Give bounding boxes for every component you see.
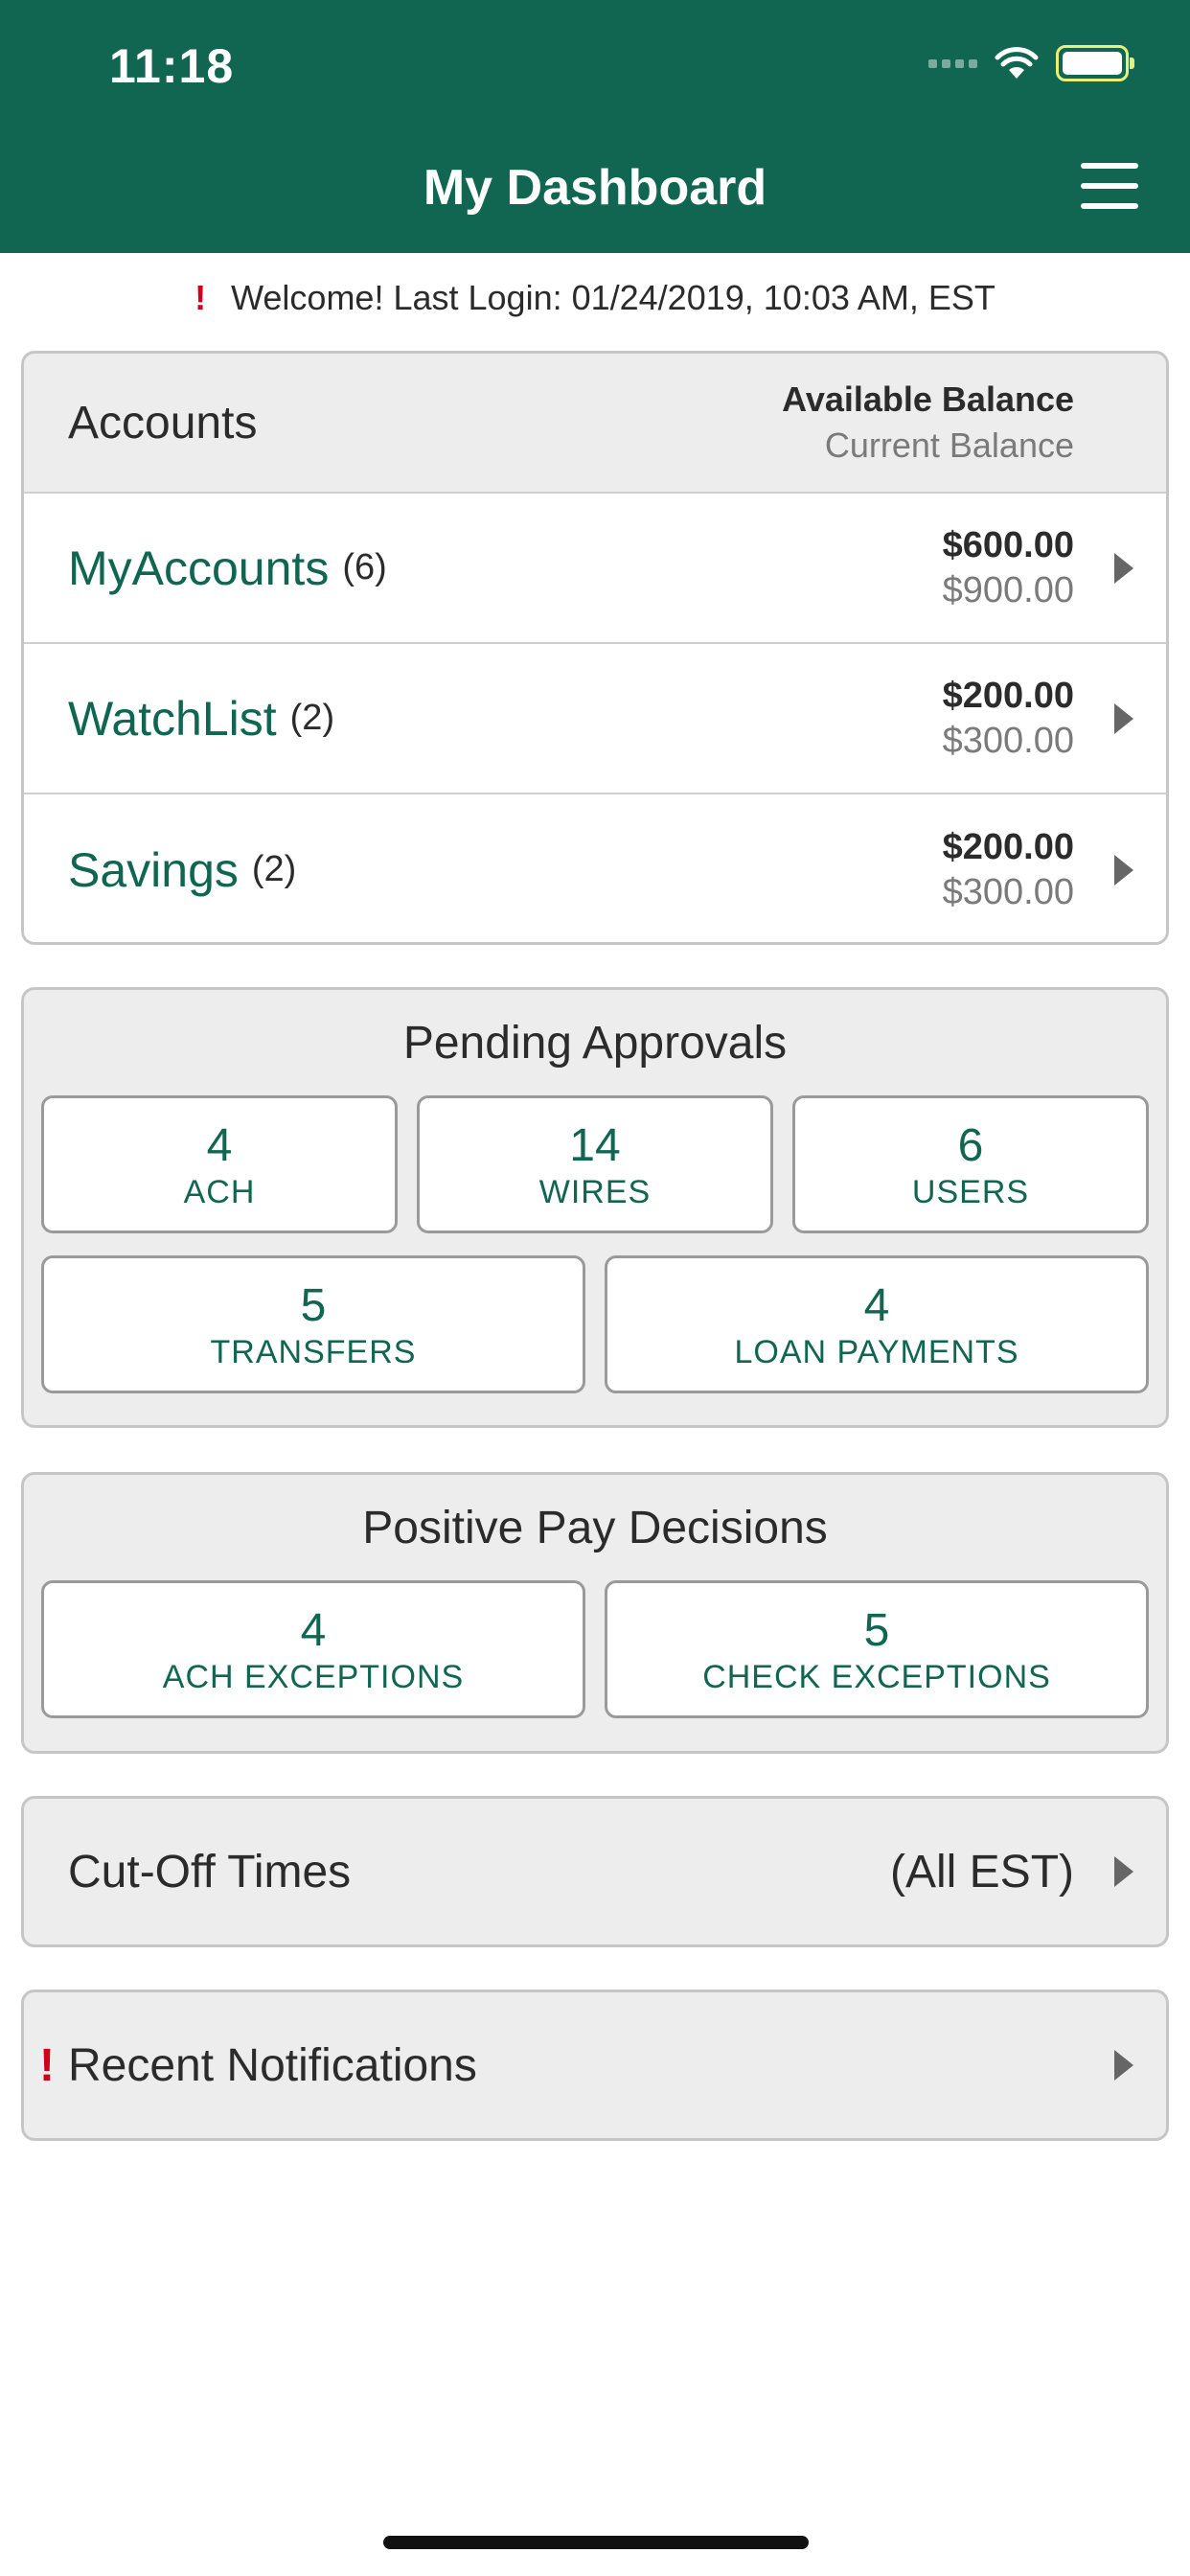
current-amount: $300.00 [942,720,1074,761]
home-indicator[interactable] [383,2536,809,2549]
tile-count: 4 [300,1605,327,1656]
tile-count: 4 [206,1120,233,1171]
account-amounts: $600.00 $900.00 [943,525,1074,611]
cellular-signal-icon [928,58,977,68]
positive-pay-card: Positive Pay Decisions 4 ACH EXCEPTIONS … [21,1472,1169,1754]
current-balance-label: Current Balance [824,426,1074,465]
tile-label: LOAN PAYMENTS [734,1334,1019,1370]
tile-count: 5 [300,1280,327,1331]
tile-ach-exceptions[interactable]: 4 ACH EXCEPTIONS [41,1580,585,1718]
welcome-banner: ! Welcome! Last Login: 01/24/2019, 10:03 … [0,278,1190,318]
available-amount: $200.00 [942,675,1074,716]
available-balance-label: Available Balance [782,380,1074,419]
balance-legend: Available Balance Current Balance [782,380,1074,466]
current-amount: $300.00 [942,871,1074,912]
tile-label: TRANSFERS [210,1334,417,1370]
chevron-right-icon [1114,1856,1133,1887]
cutoff-label: Cut-Off Times [68,1846,352,1898]
tile-loan-payments[interactable]: 4 LOAN PAYMENTS [605,1255,1149,1393]
tile-count: 5 [863,1605,890,1656]
tile-ach[interactable]: 4 ACH [41,1095,398,1233]
tile-wires[interactable]: 14 WIRES [417,1095,773,1233]
account-row-watchlist[interactable]: WatchList (2) $200.00 $300.00 [24,644,1166,794]
tile-label: ACH EXCEPTIONS [162,1659,465,1695]
accounts-title: Accounts [68,397,258,448]
account-amounts: $200.00 $300.00 [943,676,1074,762]
available-amount: $600.00 [942,524,1074,565]
cutoff-times-row[interactable]: Cut-Off Times (All EST) [21,1796,1169,1947]
accounts-card: Accounts Available Balance Current Balan… [21,351,1169,945]
account-amounts: $200.00 $300.00 [943,827,1074,913]
tile-users[interactable]: 6 USERS [792,1095,1149,1233]
tile-count: 4 [863,1280,890,1331]
battery-icon [1056,45,1134,81]
account-name: WatchList [68,691,277,746]
status-icons [928,44,1134,82]
tile-label: USERS [911,1174,1030,1210]
tile-count: 6 [957,1120,984,1171]
alert-icon: ! [195,278,207,317]
accounts-header: Accounts Available Balance Current Balan… [24,354,1166,494]
notifications-label: Recent Notifications [68,2039,477,2091]
pending-approvals-title: Pending Approvals [402,1018,788,1069]
tile-count: 14 [569,1120,621,1171]
chevron-right-icon [1114,552,1133,584]
chevron-right-icon [1114,854,1133,886]
tile-label: WIRES [538,1174,652,1210]
status-time: 11:18 [109,39,235,93]
app-header: 11:18 My Dashboard [0,0,1190,253]
recent-notifications-row[interactable]: ! Recent Notifications [21,1990,1169,2141]
current-amount: $900.00 [942,569,1074,610]
account-name: Savings [68,842,239,897]
wifi-icon [995,47,1039,79]
pending-approvals-card: Pending Approvals 4 ACH 14 WIRES 6 USERS… [21,987,1169,1428]
chevron-right-icon [1114,2050,1133,2081]
chevron-right-icon [1114,702,1133,734]
account-count: (2) [289,698,335,738]
available-amount: $200.00 [942,826,1074,867]
positive-pay-title: Positive Pay Decisions [362,1503,828,1553]
tile-check-exceptions[interactable]: 5 CHECK EXCEPTIONS [605,1580,1149,1718]
account-name: MyAccounts [68,540,330,595]
account-count: (2) [251,849,297,889]
cutoff-timezone: (All EST) [890,1846,1074,1898]
alert-icon: ! [39,2039,55,2091]
page-title: My Dashboard [423,160,767,216]
welcome-text: Welcome! Last Login: 01/24/2019, 10:03 A… [231,278,995,317]
tile-label: CHECK EXCEPTIONS [702,1659,1051,1695]
tile-label: ACH [183,1174,256,1210]
account-count: (6) [342,547,387,587]
tile-transfers[interactable]: 5 TRANSFERS [41,1255,585,1393]
hamburger-menu-icon[interactable] [1081,163,1138,209]
account-row-myaccounts[interactable]: MyAccounts (6) $600.00 $900.00 [24,494,1166,644]
account-row-savings[interactable]: Savings (2) $200.00 $300.00 [24,794,1166,942]
